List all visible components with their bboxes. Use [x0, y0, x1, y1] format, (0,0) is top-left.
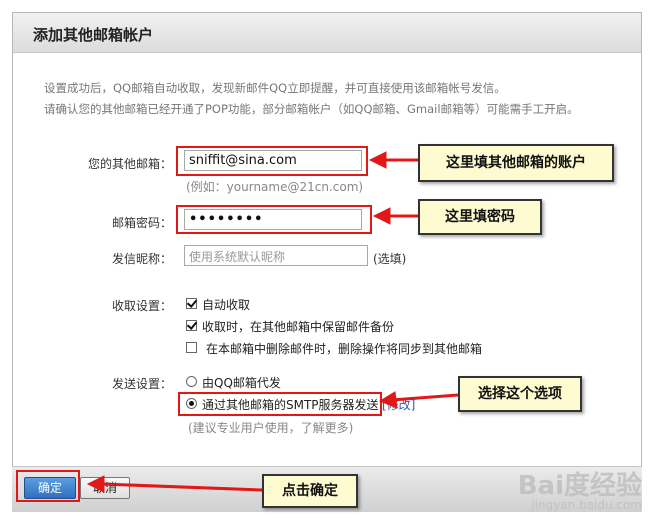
watermark-logo: Bai度经验 — [517, 471, 642, 501]
annotation-arrows — [86, 151, 459, 493]
email-callout: 这里填其他邮箱的账户 — [418, 144, 614, 182]
baidu-watermark: Bai度经验 jingyan.baidu.com — [518, 465, 642, 512]
option-callout: 选择这个选项 — [458, 376, 582, 412]
password-callout: 这里填密码 — [418, 199, 542, 235]
confirm-callout: 点击确定 — [262, 474, 358, 508]
watermark-url: jingyan.baidu.com — [531, 498, 642, 512]
